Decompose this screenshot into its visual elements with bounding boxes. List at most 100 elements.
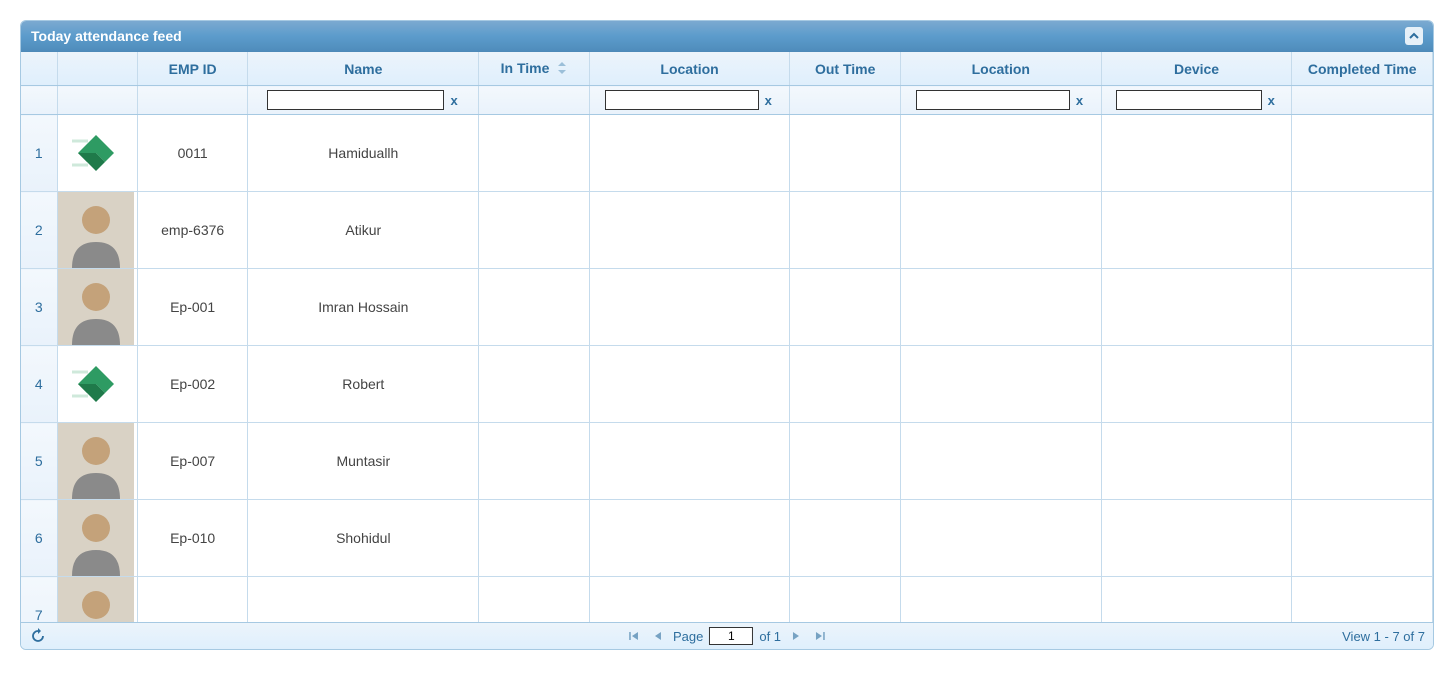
col-rownum[interactable] (21, 52, 57, 86)
device-cell (1101, 577, 1292, 622)
location2-cell (900, 346, 1101, 423)
device-cell (1101, 269, 1292, 346)
emp-id-cell (137, 577, 247, 622)
filter-name-input[interactable] (267, 90, 445, 110)
name-cell: Imran Hossain (248, 269, 479, 346)
col-in-time[interactable]: In Time (479, 52, 589, 86)
in-time-cell (479, 192, 589, 269)
row-number: 3 (21, 269, 57, 346)
col-out-time[interactable]: Out Time (790, 52, 900, 86)
last-page-icon (814, 630, 826, 642)
prev-page-icon (652, 630, 664, 642)
col-emp-id[interactable]: EMP ID (137, 52, 247, 86)
completed-time-cell (1292, 500, 1433, 577)
pager-next-button[interactable] (787, 627, 805, 645)
location2-cell (900, 192, 1101, 269)
pager: Page of 1 View 1 - 7 of 7 (21, 622, 1433, 649)
filter-name-clear[interactable]: x (448, 93, 459, 108)
col-device[interactable]: Device (1101, 52, 1292, 86)
table-row[interactable]: 5Ep-007Muntasir (21, 423, 1433, 500)
in-time-cell (479, 269, 589, 346)
avatar-cell (57, 269, 137, 346)
refresh-button[interactable] (29, 627, 47, 645)
grid-scroll-area[interactable]: EMP ID Name In Time Location Out Time Lo… (21, 52, 1433, 622)
location1-cell (589, 269, 790, 346)
location1-cell (589, 115, 790, 192)
name-cell: Muntasir (248, 423, 479, 500)
location2-cell (900, 269, 1101, 346)
in-time-cell (479, 577, 589, 622)
out-time-cell (790, 423, 900, 500)
pager-prev-button[interactable] (649, 627, 667, 645)
col-avatar[interactable] (57, 52, 137, 86)
location2-cell (900, 423, 1101, 500)
panel-header: Today attendance feed (21, 21, 1433, 52)
emp-id-cell: Ep-002 (137, 346, 247, 423)
attendance-table: EMP ID Name In Time Location Out Time Lo… (21, 52, 1433, 622)
location1-cell (589, 500, 790, 577)
table-row[interactable]: 7 (21, 577, 1433, 622)
pager-view-label: View 1 - 7 of 7 (1342, 629, 1425, 644)
avatar-cell (57, 500, 137, 577)
name-cell: Hamiduallh (248, 115, 479, 192)
filter-row: x x (21, 86, 1433, 115)
location1-cell (589, 423, 790, 500)
avatar-cell (57, 346, 137, 423)
col-location-out[interactable]: Location (900, 52, 1101, 86)
completed-time-cell (1292, 346, 1433, 423)
device-cell (1101, 115, 1292, 192)
filter-location2-clear[interactable]: x (1074, 93, 1085, 108)
avatar-cell (57, 115, 137, 192)
filter-device-input[interactable] (1116, 90, 1261, 110)
out-time-cell (790, 115, 900, 192)
location1-cell (589, 192, 790, 269)
col-location-in[interactable]: Location (589, 52, 790, 86)
pager-page-label: Page (673, 629, 703, 644)
avatar-icon (58, 346, 134, 422)
name-cell (248, 577, 479, 622)
row-number: 1 (21, 115, 57, 192)
col-completed-time[interactable]: Completed Time (1292, 52, 1433, 86)
filter-device-clear[interactable]: x (1266, 93, 1277, 108)
out-time-cell (790, 500, 900, 577)
pager-first-button[interactable] (625, 627, 643, 645)
filter-location1-input[interactable] (605, 90, 758, 110)
emp-id-cell: Ep-010 (137, 500, 247, 577)
avatar-cell (57, 423, 137, 500)
device-cell (1101, 346, 1292, 423)
in-time-cell (479, 115, 589, 192)
row-number: 7 (21, 577, 57, 622)
emp-id-cell: Ep-001 (137, 269, 247, 346)
emp-id-cell: emp-6376 (137, 192, 247, 269)
avatar-cell (57, 577, 137, 622)
panel-title: Today attendance feed (31, 28, 182, 44)
name-cell: Atikur (248, 192, 479, 269)
filter-location1-clear[interactable]: x (763, 93, 774, 108)
row-number: 2 (21, 192, 57, 269)
row-number: 4 (21, 346, 57, 423)
table-row[interactable]: 3 Ep-001Imran Hossain (21, 269, 1433, 346)
out-time-cell (790, 577, 900, 622)
next-page-icon (790, 630, 802, 642)
header-row: EMP ID Name In Time Location Out Time Lo… (21, 52, 1433, 86)
name-cell: Robert (248, 346, 479, 423)
completed-time-cell (1292, 577, 1433, 622)
filter-location2-input[interactable] (916, 90, 1069, 110)
table-row[interactable]: 2 emp-6376Atikur (21, 192, 1433, 269)
completed-time-cell (1292, 115, 1433, 192)
table-row[interactable]: 6Ep-010Shohidul (21, 500, 1433, 577)
location2-cell (900, 500, 1101, 577)
out-time-cell (790, 346, 900, 423)
table-row[interactable]: 10011Hamiduallh (21, 115, 1433, 192)
location2-cell (900, 115, 1101, 192)
out-time-cell (790, 269, 900, 346)
table-row[interactable]: 4 Ep-002Robert (21, 346, 1433, 423)
col-name[interactable]: Name (248, 52, 479, 86)
out-time-cell (790, 192, 900, 269)
row-number: 6 (21, 500, 57, 577)
avatar-cell (57, 192, 137, 269)
pager-last-button[interactable] (811, 627, 829, 645)
collapse-button[interactable] (1405, 27, 1423, 45)
pager-page-input[interactable] (709, 627, 753, 645)
row-number: 5 (21, 423, 57, 500)
